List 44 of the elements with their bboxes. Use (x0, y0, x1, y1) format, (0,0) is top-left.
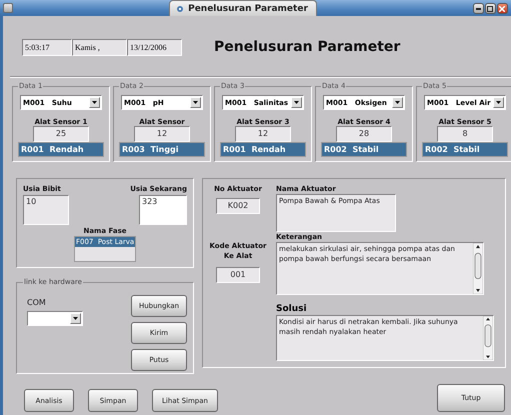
caret-icon (294, 101, 299, 104)
maximize-icon (487, 6, 494, 12)
caret-icon (496, 101, 501, 104)
seed-age-field[interactable]: 10 (23, 195, 69, 225)
field-label: Solusi (276, 304, 307, 314)
sensor-value-field[interactable]: 28 (336, 126, 392, 142)
result-item[interactable]: R001 Rendah (220, 142, 306, 157)
sensor-value-field[interactable]: 25 (33, 126, 89, 142)
dropdown-button[interactable] (392, 97, 403, 108)
dropdown-button[interactable] (70, 313, 81, 324)
dropdown-button[interactable] (190, 97, 201, 108)
result-item[interactable]: R002 Stabil (422, 142, 508, 157)
time-field: 5:03:17 (22, 38, 72, 56)
form-title: Penelusuran Parameter (214, 39, 400, 55)
sensor-value-field[interactable]: 12 (235, 126, 291, 142)
port-label: COM (27, 298, 47, 307)
minimize-button[interactable] (472, 3, 484, 14)
scrollbar[interactable] (483, 316, 493, 360)
day-field: Kamis , (72, 38, 127, 56)
maximize-button[interactable] (484, 3, 496, 14)
minimize-icon (476, 8, 481, 10)
actuator-number-field[interactable]: K002 (216, 198, 260, 214)
date-field: 13/12/2006 (127, 38, 182, 56)
result-item[interactable]: R002 Stabil (321, 142, 407, 157)
dropdown-button[interactable] (493, 97, 504, 108)
dropdown-button[interactable] (89, 97, 100, 108)
result-item[interactable]: R003 Tinggi (119, 142, 205, 157)
sensor-value-field[interactable]: 12 (134, 126, 190, 142)
result-item[interactable]: R001 Rendah (18, 142, 104, 157)
dropdown-button[interactable] (291, 97, 302, 108)
port-dropdown[interactable] (27, 311, 83, 326)
scrollbar[interactable] (473, 242, 483, 294)
close-icon (499, 6, 506, 12)
actuator-code-field[interactable]: 001 (216, 266, 260, 283)
caret-icon (395, 101, 400, 104)
sensor-value-field[interactable]: 8 (437, 126, 493, 142)
app-icon (176, 4, 184, 12)
caret-icon (92, 101, 97, 104)
system-menu-icon[interactable] (3, 3, 13, 13)
caret-icon (73, 317, 78, 320)
caret-icon (193, 101, 198, 104)
current-age-field[interactable]: 323 (139, 195, 187, 225)
window-title: Penelusuran Parameter (169, 0, 317, 16)
close-button[interactable] (496, 3, 508, 14)
